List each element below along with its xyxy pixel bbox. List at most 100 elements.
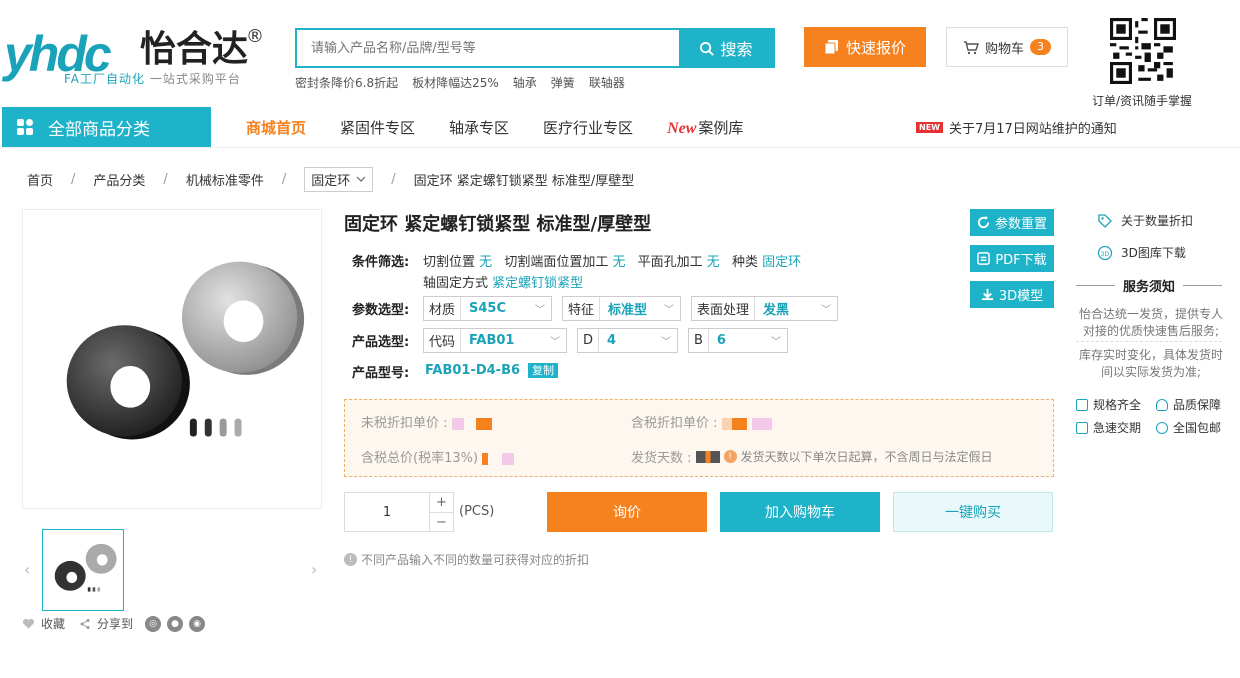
- gallery-prev-arrow[interactable]: ‹: [24, 560, 30, 579]
- hotword-link[interactable]: 轴承: [513, 74, 537, 91]
- filter-value[interactable]: 紧定螺钉锁紧型: [492, 276, 583, 291]
- d-select[interactable]: D 4 ﹀: [577, 328, 678, 353]
- filter-value[interactable]: 无: [479, 255, 492, 270]
- site-notice-link[interactable]: NEW 关于7月17日网站维护的通知: [916, 118, 1117, 137]
- chevron-down-icon: ﹀: [550, 337, 560, 348]
- hotword-link[interactable]: 弹簧: [551, 74, 575, 91]
- untaxed-price: 未税折扣单价 :: [361, 412, 492, 431]
- service-text-2: 库存实时变化，具体发货时间以实际发货为准;: [1078, 348, 1223, 379]
- quantity-discount-link[interactable]: 关于数量折扣: [1097, 212, 1193, 229]
- filter-value[interactable]: 无: [707, 255, 720, 270]
- qr-caption: 订单/资讯随手掌握: [1092, 94, 1193, 108]
- breadcrumb-mechanical[interactable]: 机械标准零件: [186, 170, 264, 189]
- masked-value: [482, 452, 523, 465]
- b-select[interactable]: B 6 ﹀: [688, 328, 788, 353]
- breadcrumb-category-select[interactable]: 固定环: [304, 166, 374, 192]
- pdf-download-button[interactable]: PDF下载: [970, 245, 1054, 272]
- surface-treatment-select[interactable]: 表面处理 发黑 ﹀: [691, 296, 838, 321]
- breadcrumb-separator: /: [71, 171, 76, 187]
- feature-select[interactable]: 特征 标准型 ﹀: [562, 296, 681, 321]
- product-main-image[interactable]: [22, 209, 322, 509]
- breadcrumb: 首页 / 产品分类 / 机械标准零件 / 固定环 / 固定环 紧定螺钉锁紧型 标…: [27, 166, 634, 192]
- weibo-share-icon[interactable]: ◉: [189, 615, 206, 632]
- product-title: 固定环 紧定螺钉锁紧型 标准型/厚壁型: [344, 214, 652, 235]
- chevron-down-icon: [356, 176, 366, 182]
- globe-icon: [1156, 421, 1168, 434]
- nav-divider: [0, 147, 1240, 148]
- quantity-plus-button[interactable]: +: [430, 493, 453, 512]
- quantity-input[interactable]: 1: [345, 493, 429, 531]
- main-nav: 商城首页 紧固件专区 轴承专区 医疗行业专区 New 案例库: [246, 107, 777, 147]
- masked-value: [451, 417, 492, 430]
- info-icon: !: [344, 553, 357, 566]
- param-label: 参数选型:: [352, 303, 410, 318]
- service-divider: [1076, 341, 1222, 342]
- chevron-down-icon: ﹀: [535, 305, 545, 316]
- model-label: 产品型号:: [352, 366, 410, 381]
- 3d-library-link[interactable]: 3D 3D图库下载: [1097, 244, 1186, 261]
- new-badge: NEW: [916, 122, 943, 133]
- info-icon: !: [723, 450, 737, 463]
- nav-item-medical[interactable]: 医疗行业专区: [543, 117, 633, 138]
- service-text-1: 怡合达统一发货，提供专人对接的优质快速售后服务;: [1078, 307, 1223, 338]
- svg-text:3D: 3D: [1101, 251, 1110, 258]
- inquiry-button[interactable]: 询价: [547, 492, 707, 532]
- material-select[interactable]: 材质 S45C ﹀: [423, 296, 552, 321]
- nav-item-cases[interactable]: New 案例库: [667, 117, 743, 138]
- quick-quote-button[interactable]: 快速报价: [804, 27, 926, 67]
- search-input[interactable]: [297, 30, 681, 66]
- feature-free-shipping: 全国包邮: [1156, 419, 1221, 436]
- nav-item-home[interactable]: 商城首页: [246, 117, 306, 138]
- wechat-share-icon[interactable]: ◎: [145, 615, 162, 632]
- breadcrumb-separator: /: [281, 171, 287, 187]
- cube-3d-icon: 3D: [1097, 245, 1113, 260]
- 3d-model-button[interactable]: 3D模型: [970, 281, 1054, 308]
- tag-icon: [1098, 213, 1112, 228]
- gallery-next-arrow[interactable]: ›: [311, 560, 317, 579]
- hotword-link[interactable]: 密封条降价6.8折起: [295, 74, 398, 91]
- filter-value[interactable]: 固定环: [762, 255, 801, 270]
- copy-button[interactable]: 复制: [528, 363, 559, 378]
- hot-keywords: 密封条降价6.8折起 板材降幅达25% 轴承 弹簧 联轴器: [295, 74, 625, 91]
- collar-image: [66, 261, 305, 440]
- search-button[interactable]: 搜索: [679, 30, 773, 66]
- cart-count-badge: 3: [1030, 39, 1051, 55]
- feature-fast-delivery: 急速交期: [1076, 419, 1141, 436]
- taxed-price: 含税折扣单价 :: [631, 412, 772, 431]
- reset-params-button[interactable]: 参数重置: [970, 209, 1054, 236]
- pdf-icon: [977, 252, 991, 265]
- share-label: 分享到: [97, 617, 134, 631]
- quantity-minus-button[interactable]: −: [430, 512, 453, 531]
- chevron-down-icon: ﹀: [821, 305, 831, 316]
- add-to-cart-button[interactable]: 加入购物车: [720, 492, 880, 532]
- chevron-down-icon: ﹀: [661, 337, 671, 348]
- site-logo[interactable]: yhdc 怡合达 ® FA工厂自动化 一站式采购平台: [4, 26, 266, 90]
- discount-tip: ! 不同产品输入不同的数量可获得对应的折扣: [344, 551, 589, 568]
- favorite-link[interactable]: 收藏: [41, 615, 65, 632]
- select-label: 产品选型:: [352, 335, 410, 350]
- breadcrumb-categories[interactable]: 产品分类: [93, 170, 145, 189]
- quantity-stepper: 1 + −: [344, 492, 454, 532]
- truck-icon: [1076, 421, 1088, 434]
- logo-registered: ®: [246, 26, 264, 47]
- product-thumbnail[interactable]: [42, 529, 124, 611]
- breadcrumb-home[interactable]: 首页: [27, 170, 53, 189]
- code-select[interactable]: 代码 FAB01 ﹀: [423, 328, 567, 353]
- total-price: 含税总价(税率13%): [361, 447, 523, 466]
- breadcrumb-current: 固定环 紧定螺钉锁紧型 标准型/厚壁型: [413, 173, 635, 189]
- qq-share-icon[interactable]: ●: [167, 615, 184, 632]
- search-icon: [700, 41, 715, 56]
- hotword-link[interactable]: 板材降幅达25%: [412, 74, 499, 91]
- filter-value[interactable]: 无: [612, 255, 625, 270]
- shipping-days: 发货天数 : ! 发货天数以下单次日起算，不含周日与法定假日: [631, 450, 993, 466]
- model-number-row: FAB01-D4-B6 复制: [425, 362, 559, 378]
- nav-item-bearings[interactable]: 轴承专区: [449, 117, 509, 138]
- nav-item-fasteners[interactable]: 紧固件专区: [340, 117, 415, 138]
- feature-full-specs: 规格齐全: [1076, 396, 1141, 413]
- buy-now-button[interactable]: 一键购买: [893, 492, 1053, 532]
- all-categories-button[interactable]: 全部商品分类: [2, 107, 211, 147]
- hotword-link[interactable]: 联轴器: [589, 74, 625, 91]
- cart-button[interactable]: 购物车 3: [946, 27, 1068, 67]
- grid-icon: [17, 119, 33, 135]
- logo-chinese-name: 怡合达: [140, 29, 249, 70]
